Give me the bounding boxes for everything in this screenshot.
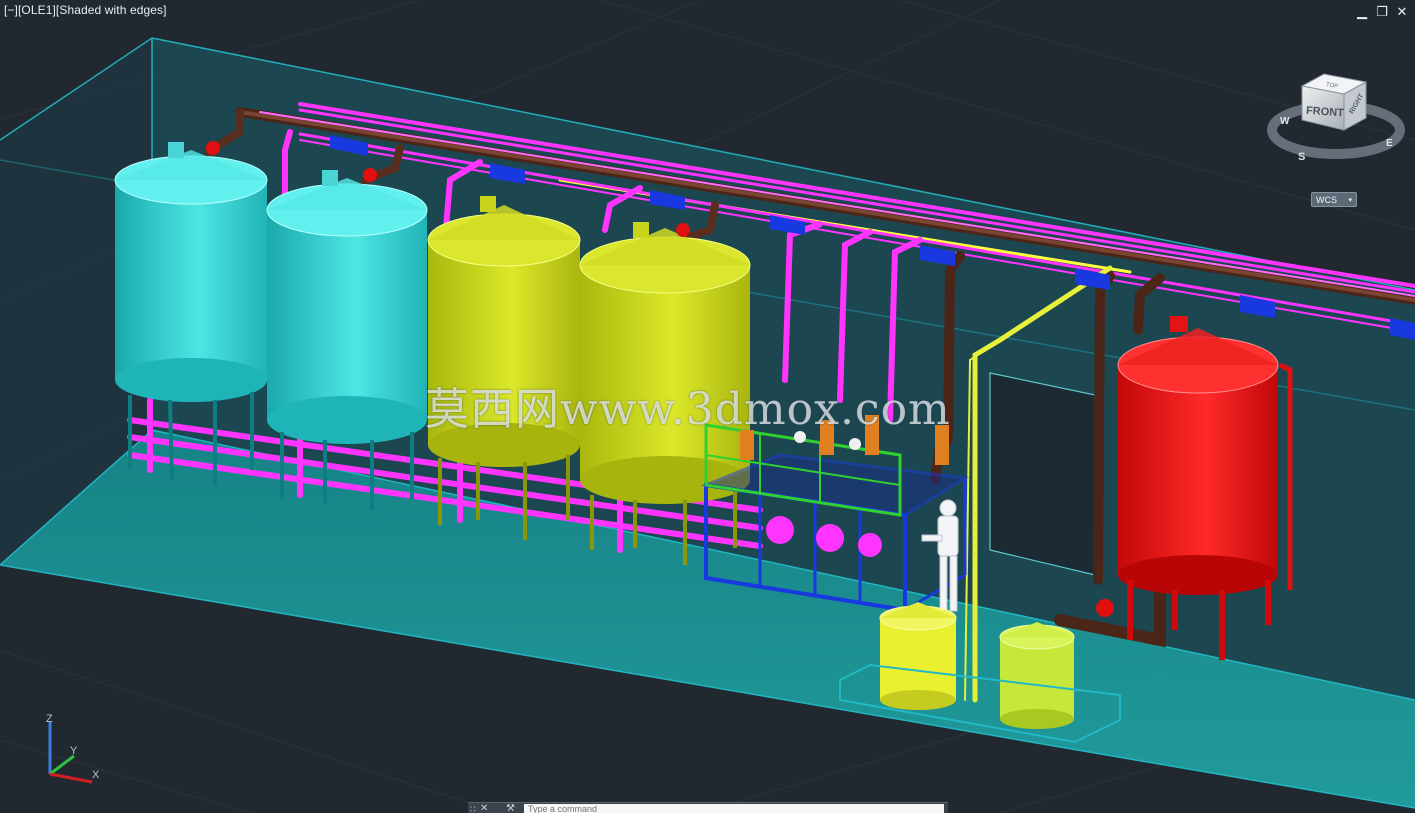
command-input[interactable] bbox=[524, 804, 944, 813]
compass-east-label[interactable]: E bbox=[1386, 138, 1393, 149]
wcs-menu-button[interactable]: WCS ▾ bbox=[1311, 192, 1357, 207]
close-icon[interactable]: ✕ bbox=[480, 803, 488, 813]
minimize-button[interactable]: ▁ bbox=[1354, 4, 1370, 20]
ucs-z-label: Z bbox=[46, 713, 53, 725]
viewport-controls-label[interactable]: [−][OLE1][Shaded with edges] bbox=[4, 3, 167, 17]
chemical-tank-2[interactable] bbox=[999, 622, 1075, 729]
chemical-tank-1[interactable] bbox=[879, 602, 957, 710]
wcs-label: WCS bbox=[1316, 195, 1337, 205]
restore-button[interactable]: ❐ bbox=[1374, 4, 1390, 20]
ucs-x-label: X bbox=[92, 769, 100, 781]
wrench-icon[interactable]: ⚒ bbox=[506, 803, 515, 813]
compass-south-label[interactable]: S bbox=[1298, 151, 1305, 163]
model-viewport[interactable]: [−][OLE1][Shaded with edges] ▁ ❐ ✕ FRONT… bbox=[0, 0, 1415, 813]
viewcube[interactable]: FRONT TOP RIGHT W S E N bbox=[1266, 68, 1406, 168]
grip-icon[interactable]: ∷ bbox=[470, 804, 476, 813]
ucs-y-label: Y bbox=[70, 745, 78, 757]
close-button[interactable]: ✕ bbox=[1394, 4, 1410, 20]
command-line[interactable]: ∷ ✕ ⚒ bbox=[468, 802, 948, 813]
ucs-icon: Z Y X bbox=[46, 713, 100, 784]
compass-west-label[interactable]: W bbox=[1280, 116, 1290, 127]
chevron-down-icon: ▾ bbox=[1348, 197, 1352, 204]
watermark-text: 莫西网www.3dmox.com bbox=[425, 384, 951, 435]
